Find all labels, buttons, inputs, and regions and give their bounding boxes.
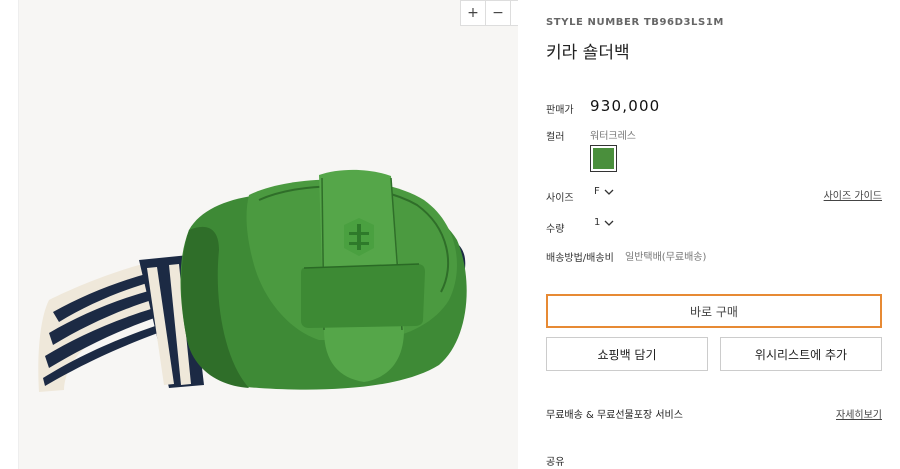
share-label[interactable]: 공유 xyxy=(546,453,564,468)
product-title: 키라 숄더백 xyxy=(546,43,630,63)
color-label: 컬러 xyxy=(546,132,565,143)
add-to-wishlist-button[interactable]: 위시리스트에 추가 xyxy=(720,337,882,371)
price-label: 판매가 xyxy=(546,105,574,116)
product-image[interactable]: + − xyxy=(19,0,518,469)
shoulder-bag-illustration xyxy=(38,169,467,392)
zoom-out-button[interactable]: − xyxy=(485,0,511,26)
quantity-label: 수량 xyxy=(546,224,565,235)
chevron-down-icon xyxy=(604,220,614,226)
price-value: 930,000 xyxy=(590,97,661,115)
zoom-controls: + − xyxy=(460,0,518,26)
zoom-in-button[interactable]: + xyxy=(460,0,486,26)
swatch-fill xyxy=(593,148,614,169)
shipping-label: 배송방법/배송비 xyxy=(546,253,614,264)
expand-icon xyxy=(517,13,518,19)
color-value: 워터크레스 xyxy=(590,131,636,142)
size-label: 사이즈 xyxy=(546,193,574,204)
quantity-select[interactable]: 1 xyxy=(594,217,614,228)
free-service-label: 무료배송 & 무료선물포장 서비스 xyxy=(546,410,683,421)
size-guide-link[interactable]: 사이즈 가이드 xyxy=(824,187,882,202)
chevron-down-icon xyxy=(604,189,614,195)
fullscreen-button[interactable] xyxy=(510,0,518,26)
style-number: STYLE NUMBER TB96D3LS1M xyxy=(546,17,724,28)
shipping-value: 일반택배(무료배송) xyxy=(625,252,707,263)
color-swatch-watercress[interactable] xyxy=(590,145,617,172)
details-link[interactable]: 자세히보기 xyxy=(836,406,882,421)
size-value: F xyxy=(594,186,600,197)
add-to-bag-button[interactable]: 쇼핑백 담기 xyxy=(546,337,708,371)
buy-now-button[interactable]: 바로 구매 xyxy=(546,294,882,328)
size-select[interactable]: F xyxy=(594,186,614,197)
quantity-value: 1 xyxy=(594,217,601,228)
